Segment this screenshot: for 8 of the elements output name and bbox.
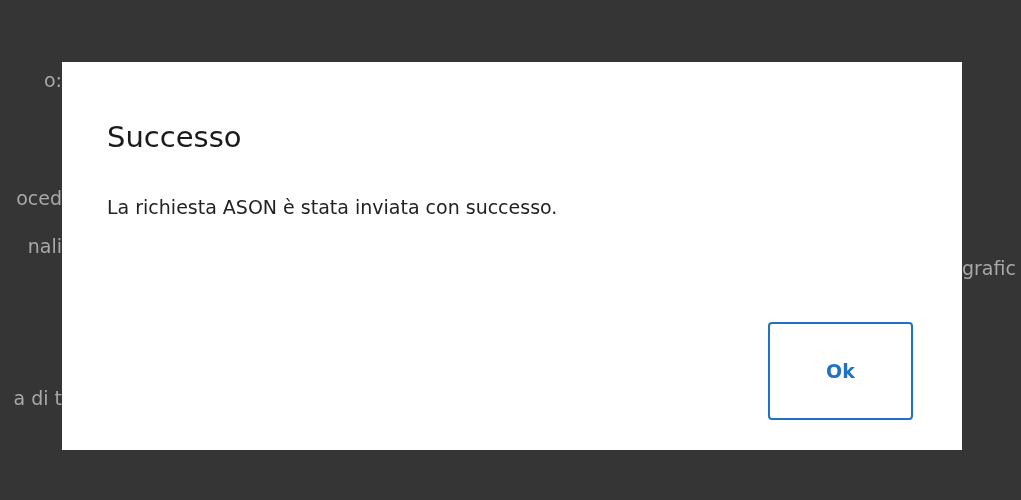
dialog-title: Successo xyxy=(107,120,243,154)
dialog-message: La richiesta ASON è stata inviata con successo. xyxy=(107,196,559,218)
page-text: oced xyxy=(16,186,62,210)
page-text: o: xyxy=(43,68,62,92)
ok-button[interactable]: Ok xyxy=(768,322,913,420)
page-text: nali xyxy=(27,234,62,258)
page-text: grafic xyxy=(962,256,1017,280)
page-text: a di t xyxy=(13,386,62,410)
